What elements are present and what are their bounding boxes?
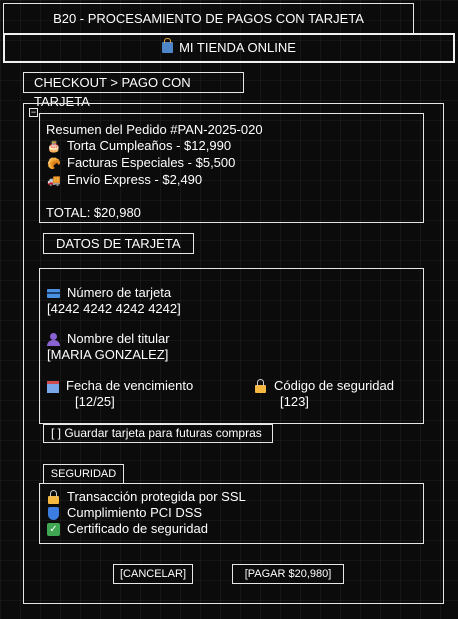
lock-icon xyxy=(48,489,59,504)
security-panel: Transacción protegida por SSL Cumplimien… xyxy=(39,483,424,544)
breadcrumb: CHECKOUT > PAGO CON TARJETA xyxy=(23,72,244,109)
calendar-icon xyxy=(47,380,59,393)
shield-icon xyxy=(48,507,59,521)
croissant-icon: 🥐 xyxy=(47,158,61,170)
order-total: TOTAL: $20,980 xyxy=(46,205,141,220)
cvv-field[interactable]: [123] xyxy=(254,394,394,410)
order-summary: Resumen del Pedido #PAN-2025-020 🎂 Torta … xyxy=(39,113,424,223)
card-details: Número de tarjeta [4242 4242 4242 4242] … xyxy=(39,268,424,424)
user-icon xyxy=(47,333,60,347)
store-header: MI TIENDA ONLINE xyxy=(3,33,455,63)
collapse-toggle[interactable]: − xyxy=(29,108,38,117)
expiry-group: Fecha de vencimiento [12/25] xyxy=(47,378,193,410)
security-tab-label: SEGURIDAD xyxy=(50,468,117,480)
truck-icon: 🚚 xyxy=(47,175,61,187)
save-card-checkbox[interactable]: [ ] Guardar tarjeta para futuras compras xyxy=(43,424,273,443)
order-item: 🥐 Facturas Especiales - $5,500 xyxy=(46,155,423,172)
order-item: 🚚 Envío Express - $2,490 xyxy=(46,172,423,189)
credit-card-icon xyxy=(47,289,60,299)
card-holder-label: Nombre del titular xyxy=(47,331,170,347)
expiry-label: Fecha de vencimiento xyxy=(47,378,193,394)
card-section-title: DATOS DE TARJETA xyxy=(43,233,194,254)
card-holder-field[interactable]: [MARIA GONZALEZ] xyxy=(47,347,170,363)
card-number-field[interactable]: [4242 4242 4242 4242] xyxy=(47,301,181,317)
security-item: ✓ Certificado de seguridad xyxy=(47,521,423,537)
window-title: B20 - PROCESAMIENTO DE PAGOS CON TARJETA xyxy=(53,11,364,26)
checkmark-icon: ✓ xyxy=(47,523,60,537)
cancel-button[interactable]: [CANCELAR] xyxy=(113,564,193,584)
expiry-field[interactable]: [12/25] xyxy=(47,394,193,410)
card-number-label: Número de tarjeta xyxy=(47,285,181,301)
security-item: Transacción protegida por SSL xyxy=(47,489,423,505)
order-item-label: Envío Express - $2,490 xyxy=(67,172,203,187)
order-item: 🎂 Torta Cumpleaños - $12,990 xyxy=(46,138,423,155)
pay-button[interactable]: [PAGAR $20,980] xyxy=(232,564,344,584)
lock-icon xyxy=(255,378,266,393)
card-number-group: Número de tarjeta [4242 4242 4242 4242] xyxy=(47,285,181,317)
order-title: Resumen del Pedido #PAN-2025-020 xyxy=(46,122,263,137)
window-title-tab: B20 - PROCESAMIENTO DE PAGOS CON TARJETA xyxy=(3,3,414,33)
card-section-label: DATOS DE TARJETA xyxy=(56,236,181,251)
security-item: Cumplimiento PCI DSS xyxy=(47,505,423,521)
shopping-bags-icon xyxy=(162,38,174,53)
cake-icon: 🎂 xyxy=(47,141,61,153)
card-holder-group: Nombre del titular [MARIA GONZALEZ] xyxy=(47,331,170,363)
order-item-label: Facturas Especiales - $5,500 xyxy=(67,155,236,170)
cvv-label: Código de seguridad xyxy=(254,378,394,394)
store-name: MI TIENDA ONLINE xyxy=(179,40,296,55)
security-tab: SEGURIDAD xyxy=(43,464,124,483)
order-item-label: Torta Cumpleaños - $12,990 xyxy=(67,138,232,153)
cvv-group: Código de seguridad [123] xyxy=(254,378,394,410)
